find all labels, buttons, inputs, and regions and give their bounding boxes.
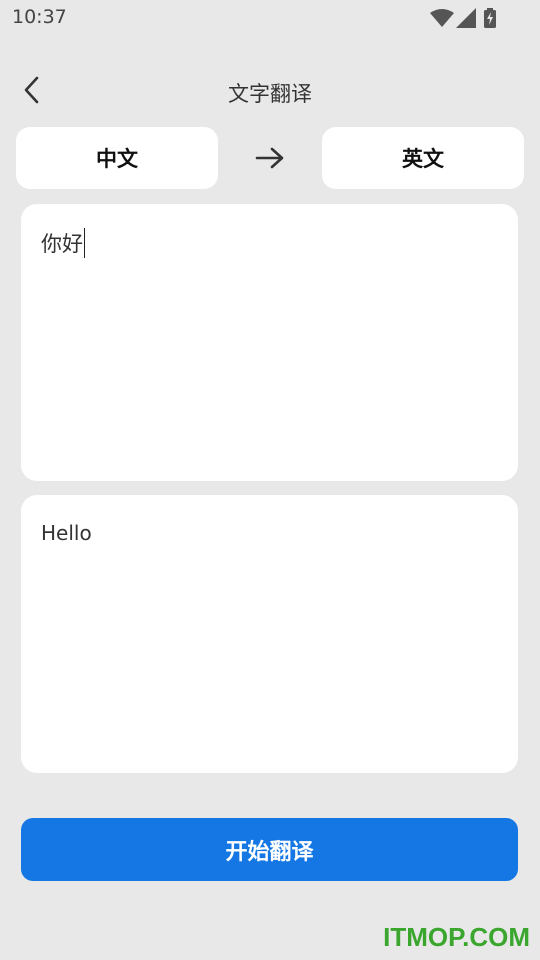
source-language-label: 中文 <box>96 147 138 171</box>
wifi-icon <box>430 9 454 27</box>
start-translate-button[interactable]: 开始翻译 <box>21 818 518 881</box>
status-bar: 10:37 <box>0 0 540 36</box>
source-language-button[interactable]: 中文 <box>16 127 218 189</box>
source-text-value: 你好 <box>41 232 83 256</box>
source-text-input[interactable]: 你好 <box>21 204 518 481</box>
translation-output-value: Hello <box>41 521 92 545</box>
arrow-right-icon <box>255 147 284 169</box>
cell-signal-icon <box>456 8 476 28</box>
source-text-value-wrap: 你好 <box>41 228 85 258</box>
app-bar: 文字翻译 <box>0 62 540 120</box>
page-title: 文字翻译 <box>228 82 312 106</box>
status-time: 10:37 <box>12 6 67 28</box>
battery-charging-icon <box>484 8 496 28</box>
translation-output: Hello <box>21 495 518 773</box>
site-watermark: ITMOP.COM <box>383 922 530 952</box>
swap-languages-button[interactable] <box>252 142 288 174</box>
start-translate-label: 开始翻译 <box>225 839 314 865</box>
target-language-button[interactable]: 英文 <box>322 127 524 189</box>
status-icons <box>430 8 500 28</box>
text-caret <box>84 228 85 258</box>
target-language-label: 英文 <box>402 147 444 171</box>
